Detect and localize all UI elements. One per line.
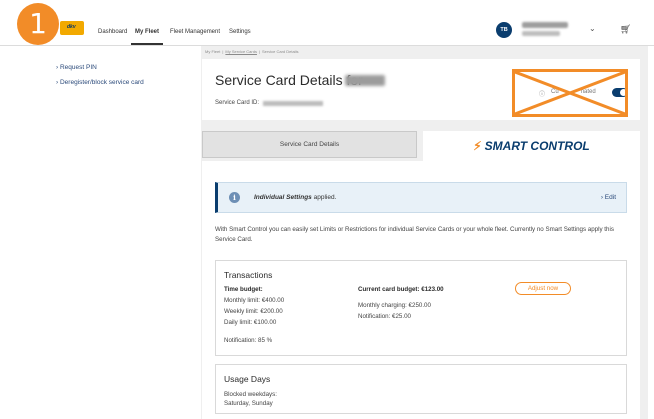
crossed-out-annotation-box bbox=[512, 69, 628, 117]
info-icon: i bbox=[229, 192, 240, 203]
license-plate-redacted bbox=[345, 75, 385, 86]
intro-text: With Smart Control you can easily set Li… bbox=[215, 226, 614, 243]
right-edge bbox=[648, 46, 654, 419]
sidebar-link-deregister[interactable]: › Deregister/block service card bbox=[56, 79, 144, 86]
user-company-redacted bbox=[522, 31, 560, 36]
cross-out-icon bbox=[515, 72, 625, 114]
card-id-label: Service Card ID: bbox=[215, 100, 260, 106]
notification-percent: Notification: 85 % bbox=[224, 337, 273, 344]
avatar[interactable]: TB bbox=[496, 22, 512, 38]
weekly-limit: Weekly limit: €200.00 bbox=[224, 308, 283, 315]
current-card-budget: Current card budget: €123.00 bbox=[358, 286, 444, 293]
nav-settings[interactable]: Settings bbox=[225, 27, 255, 45]
sidebar-link-request-pin[interactable]: › Request PIN bbox=[56, 64, 97, 71]
blocked-weekdays-value: Saturday, Sunday bbox=[224, 400, 273, 407]
alert-message: Individual Settings applied. bbox=[254, 194, 337, 201]
notification-amount: Notification: €25.00 bbox=[358, 313, 411, 320]
nav-fleet-management[interactable]: Fleet Management bbox=[166, 27, 224, 45]
breadcrumb-my-service-cards[interactable]: My Service Cards bbox=[225, 49, 257, 54]
step-number-badge: 1 bbox=[17, 3, 59, 45]
header-card: Service Card Details for Service Card ID… bbox=[202, 59, 640, 120]
page-title: Service Card Details for bbox=[215, 72, 363, 88]
usage-days-title: Usage Days bbox=[224, 374, 271, 384]
tab-smart-control[interactable]: ⚡︎ SMART CONTROL bbox=[423, 131, 640, 161]
top-navigation: dkv Dashboard My Fleet Fleet Management … bbox=[0, 0, 654, 46]
main-content: My Fleet | My Service Cards | Service Card D… bbox=[201, 46, 648, 419]
card-id-redacted bbox=[263, 101, 323, 106]
transactions-box: Transactions Time budget: Monthly limit:… bbox=[215, 260, 627, 356]
blocked-weekdays-label: Blocked weekdays: bbox=[224, 391, 277, 398]
breadcrumb-current: Service Card Details bbox=[262, 49, 299, 54]
tab-service-card-details[interactable]: Service Card Details bbox=[202, 131, 417, 158]
nav-dashboard[interactable]: Dashboard bbox=[94, 27, 131, 45]
smart-control-panel: i Individual Settings applied. › Edit Wi… bbox=[202, 161, 640, 419]
monthly-limit: Monthly limit: €400.00 bbox=[224, 297, 285, 304]
brand-logo[interactable]: dkv bbox=[60, 21, 84, 35]
time-budget-label: Time budget: bbox=[224, 286, 263, 293]
smart-control-label: SMART CONTROL bbox=[484, 139, 590, 153]
cart-icon[interactable]: 🛒︎ bbox=[620, 24, 631, 35]
daily-limit: Daily limit: €100.00 bbox=[224, 319, 277, 326]
chevron-down-icon[interactable]: ⌄ bbox=[589, 24, 596, 33]
nav-my-fleet[interactable]: My Fleet bbox=[131, 27, 164, 45]
user-name-redacted[interactable] bbox=[522, 22, 568, 28]
individual-settings-alert: i Individual Settings applied. › Edit bbox=[215, 182, 627, 213]
usage-days-box: Usage Days Blocked weekdays: Saturday, S… bbox=[215, 364, 627, 414]
transactions-title: Transactions bbox=[224, 270, 273, 280]
lightning-icon: ⚡︎ bbox=[473, 139, 482, 153]
breadcrumb-my-fleet[interactable]: My Fleet bbox=[205, 49, 220, 54]
breadcrumb: My Fleet | My Service Cards | Service Card D… bbox=[205, 49, 299, 54]
adjust-now-button[interactable]: Adjust now bbox=[515, 282, 571, 295]
monthly-charging: Monthly charging: €250.00 bbox=[358, 302, 431, 309]
edit-link[interactable]: › Edit bbox=[601, 194, 616, 201]
sidebar: › Request PIN › Deregister/block service… bbox=[44, 46, 201, 419]
